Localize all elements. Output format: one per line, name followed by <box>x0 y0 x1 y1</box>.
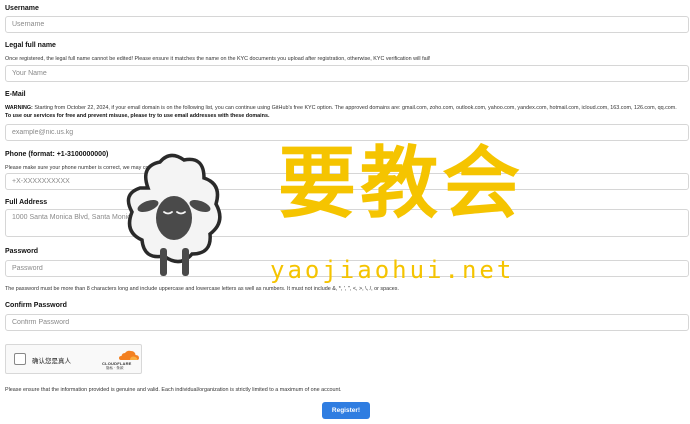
cloudflare-links[interactable]: 隐私 · 条款 <box>106 366 124 371</box>
username-label: Username <box>5 5 39 12</box>
phone-input[interactable] <box>5 173 689 190</box>
captcha-checkbox[interactable] <box>14 353 26 365</box>
email-label: E-Mail <box>5 91 26 98</box>
legal-name-help: Once registered, the legal full name can… <box>5 56 431 62</box>
email-help-text: Starting from October 22, 2024, if your … <box>32 105 677 111</box>
password-input[interactable] <box>5 260 689 277</box>
captcha-widget: 确认您是真人 CLOUDFLARE 隐私 · 条款 <box>5 344 142 374</box>
cloudflare-logo: CLOUDFLARE 隐私 · 条款 <box>102 350 140 370</box>
genuine-info-notice: Please ensure that the information provi… <box>5 387 342 393</box>
username-input[interactable] <box>5 16 689 33</box>
address-textarea[interactable] <box>5 209 689 237</box>
registration-form: Username Legal full name Once registered… <box>0 0 690 424</box>
confirm-password-label: Confirm Password <box>5 302 67 309</box>
register-button[interactable]: Register! <box>322 402 370 419</box>
phone-help: Please make sure your phone number is co… <box>5 165 194 171</box>
password-label: Password <box>5 248 39 255</box>
legal-name-input[interactable] <box>5 65 689 82</box>
captcha-label: 确认您是真人 <box>32 358 71 365</box>
confirm-password-input[interactable] <box>5 314 689 331</box>
email-help: WARNING: Starting from October 22, 2024,… <box>5 104 681 120</box>
legal-name-label: Legal full name <box>5 42 56 49</box>
phone-label: Phone (format: +1-3100000000) <box>5 151 109 158</box>
email-input[interactable] <box>5 124 689 141</box>
password-help: The password must be more than 8 charact… <box>5 286 399 292</box>
email-warning-prefix: WARNING: <box>5 105 33 111</box>
address-label: Full Address <box>5 199 48 206</box>
cloud-icon <box>119 350 139 360</box>
email-help-bold: To use our services for free and prevent… <box>5 113 270 119</box>
